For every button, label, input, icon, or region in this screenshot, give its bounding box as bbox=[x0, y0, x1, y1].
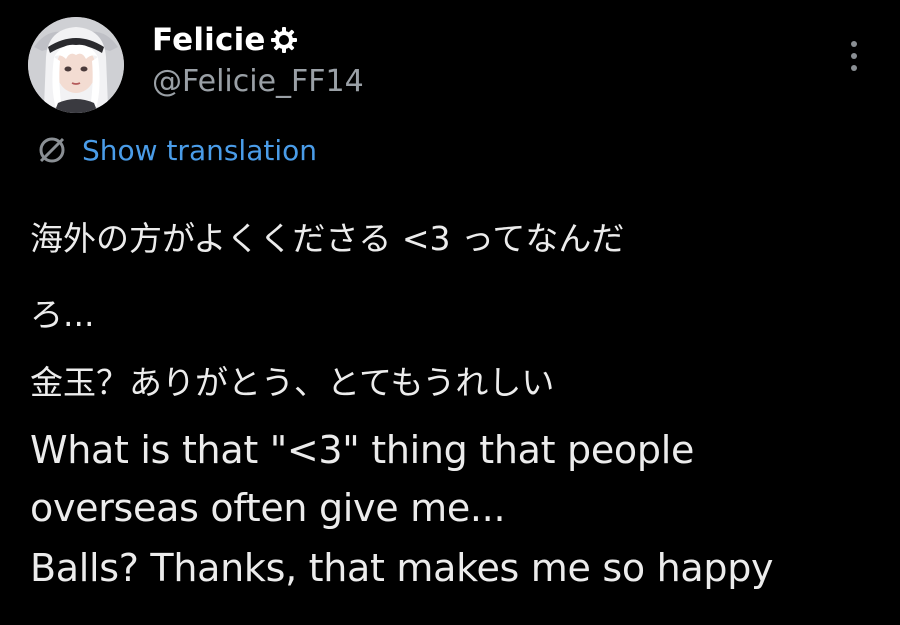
post-text-en-line-1: What is that "<3" thing that people bbox=[30, 428, 695, 472]
display-name[interactable]: Felicie bbox=[152, 22, 266, 58]
show-translation-button[interactable]: Show translation bbox=[36, 130, 317, 170]
display-name-row: Felicie bbox=[152, 18, 298, 62]
avatar-image bbox=[28, 17, 124, 113]
post-text-en-line-3: Balls? Thanks, that makes me so happy bbox=[30, 546, 774, 590]
more-vertical-icon[interactable] bbox=[842, 38, 866, 74]
show-translation-label: Show translation bbox=[82, 133, 318, 167]
post-text-jp-line-3: 金玉？ありがとう、とてもうれしい bbox=[30, 363, 555, 402]
avatar[interactable] bbox=[28, 17, 124, 113]
post-text-jp-line-2: ろ... bbox=[30, 295, 95, 334]
gear-badge-icon bbox=[270, 26, 298, 54]
post-card: Felicie @Felicie_FF14 Show translation 海… bbox=[0, 0, 900, 625]
post-text-jp-line-1: 海外の方がよくくださる <3 ってなんだ bbox=[30, 219, 625, 258]
post-text-en-line-2: overseas often give me... bbox=[30, 486, 506, 530]
translate-icon bbox=[36, 134, 68, 166]
user-handle[interactable]: @Felicie_FF14 bbox=[152, 64, 364, 99]
